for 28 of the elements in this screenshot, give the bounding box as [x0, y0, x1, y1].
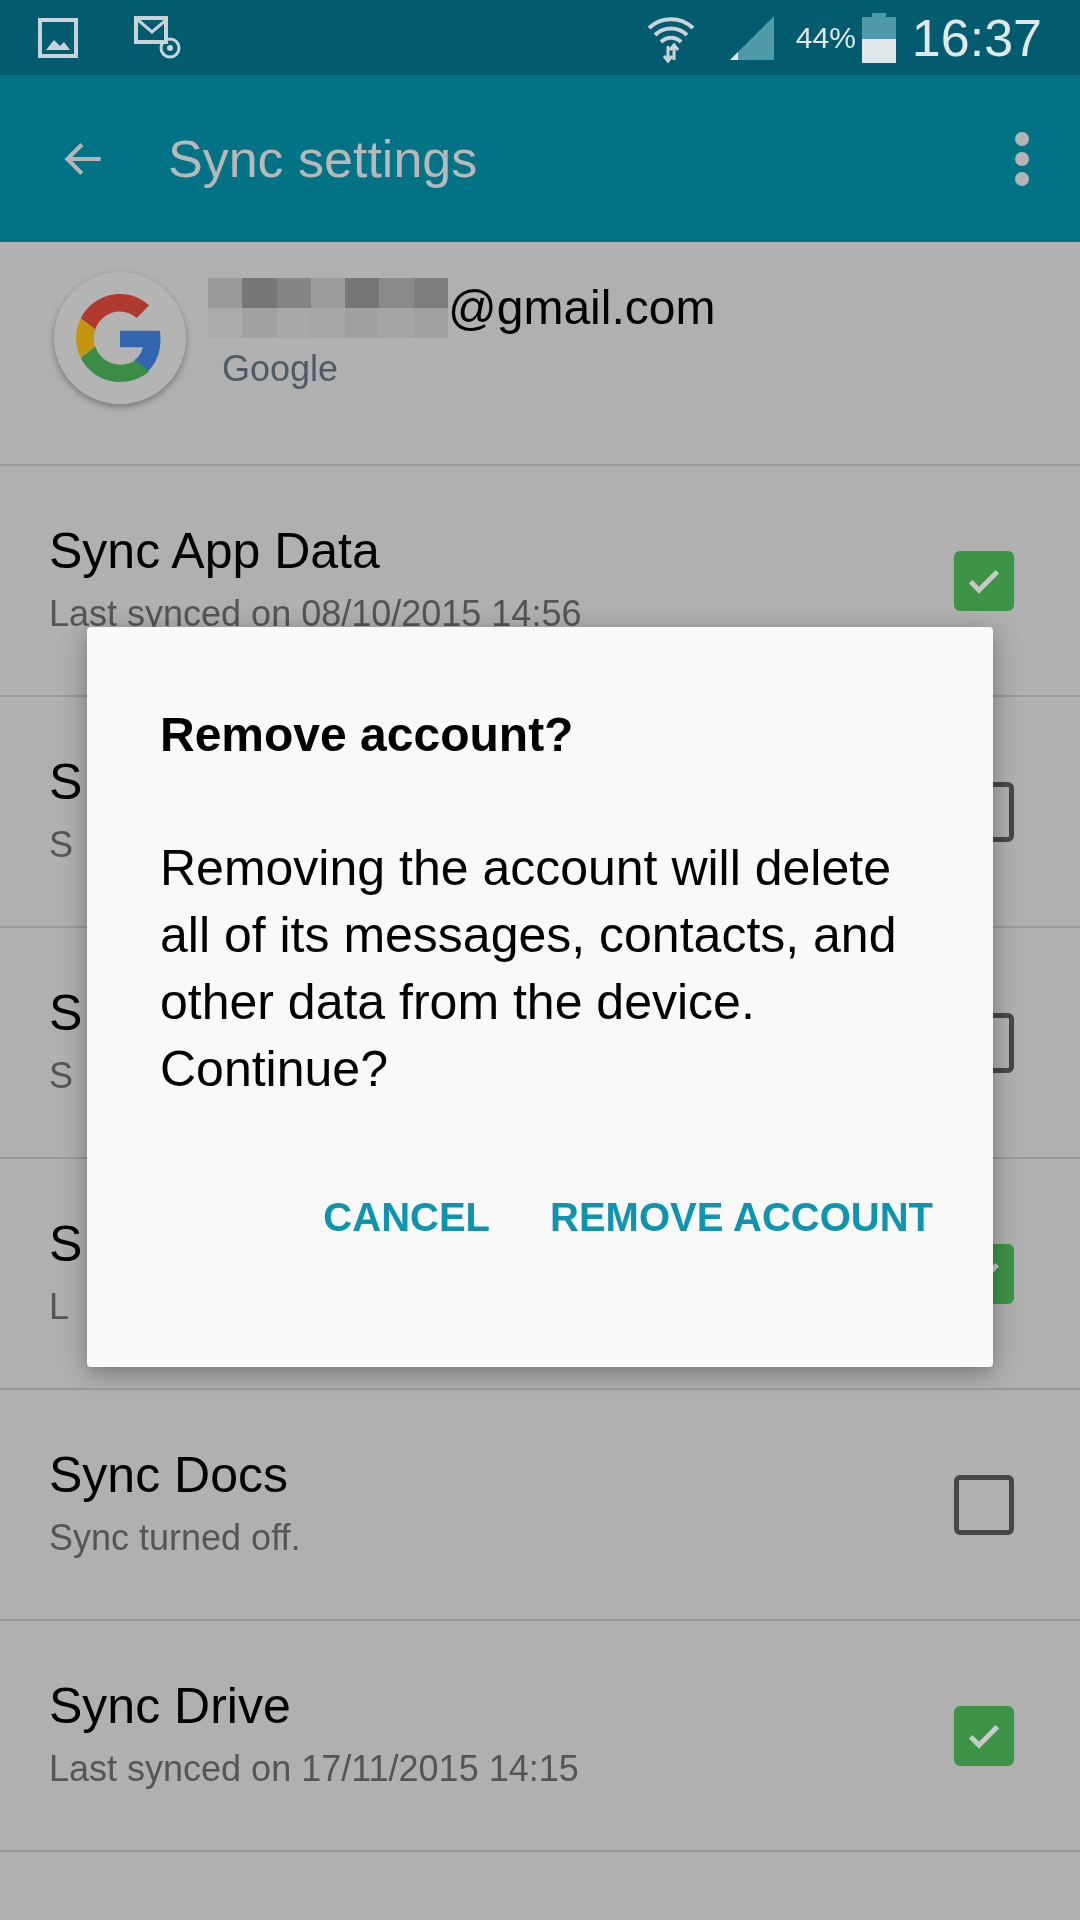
sync-item-title: Sync App Data: [49, 521, 380, 581]
sync-item-status: S: [49, 1053, 73, 1098]
sync-item-title: Sync Drive: [49, 1676, 291, 1736]
battery-percentage: 44%: [795, 20, 856, 56]
sync-item-status: Last synced on 17/11/2015 14:15: [49, 1746, 579, 1791]
sync-item-title: S: [49, 752, 83, 812]
sync-item-status: L: [49, 1284, 70, 1329]
sync-item-status: Last synced on 08/10/2015 14:56: [49, 591, 582, 636]
clock: 16:37: [911, 7, 1042, 69]
checkbox[interactable]: [954, 550, 1014, 611]
checkbox[interactable]: [954, 1474, 1014, 1535]
account-provider: Google: [222, 347, 340, 391]
dialog-message: Removing the account will delete all of its messages, contacts, and other data from the device. Continue?: [160, 839, 898, 1099]
more-options-icon[interactable]: [1014, 130, 1030, 187]
dialog-title: Remove account?: [160, 707, 575, 763]
screen-title: Sync settings: [168, 128, 478, 190]
sync-item-title: Sync Docs: [49, 1445, 288, 1505]
gallery-icon: [38, 17, 78, 58]
checkbox[interactable]: [954, 1705, 1014, 1766]
sync-item-status: Sync turned off.: [49, 1515, 301, 1560]
dialog-button[interactable]: REMOVE ACCOUNT: [540, 1183, 943, 1251]
sync-item-status: S: [49, 822, 73, 867]
sync-item-title: S: [49, 983, 83, 1043]
sync-item-title: S: [49, 1214, 83, 1274]
dialog-button[interactable]: CANCEL: [313, 1183, 501, 1251]
account-email: @gmail.com: [448, 280, 716, 336]
email-icon: [134, 15, 182, 60]
battery-icon: [861, 12, 896, 63]
